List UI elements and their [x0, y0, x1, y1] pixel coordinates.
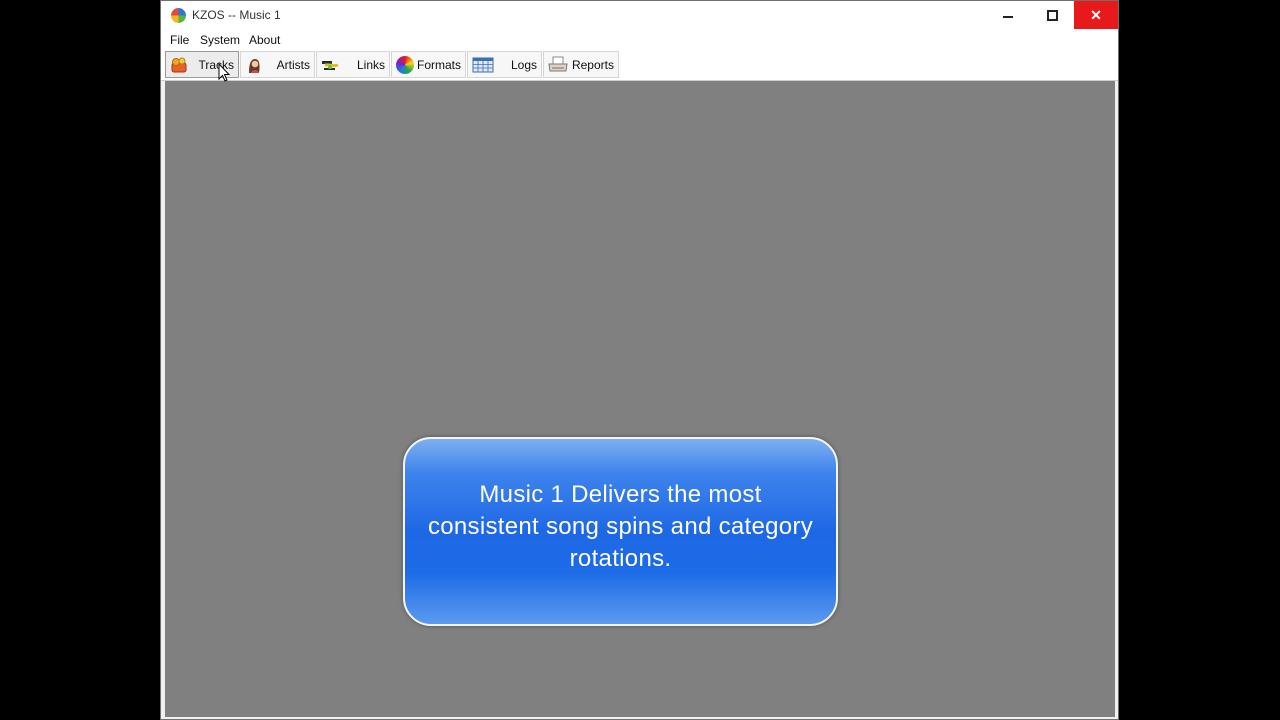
mouse-pointer-icon: [218, 63, 230, 82]
toolbar-reports-label: Reports: [571, 58, 614, 72]
minimize-button[interactable]: [986, 1, 1030, 29]
close-button[interactable]: ✕: [1074, 1, 1118, 29]
toolbar-reports-button[interactable]: Reports: [543, 51, 619, 78]
title-bar[interactable]: KZOS -- Music 1 ✕: [161, 1, 1118, 31]
artist-icon: [249, 59, 260, 73]
menu-about[interactable]: About: [249, 33, 280, 47]
toolbar: Tracks Artists Links Formats Logs Report…: [161, 50, 1118, 81]
promo-callout: Music 1 Delivers the most consistent son…: [403, 437, 838, 626]
toolbar-links-label: Links: [356, 58, 385, 72]
reports-icon: [548, 56, 568, 72]
toolbar-artists-button[interactable]: Artists: [240, 51, 315, 78]
toolbar-logs-button[interactable]: Logs: [467, 51, 542, 78]
app-logo-icon: [171, 8, 186, 23]
maximize-button[interactable]: [1030, 1, 1074, 29]
app-window: KZOS -- Music 1 ✕ File System About Trac…: [160, 0, 1119, 720]
window-title: KZOS -- Music 1: [192, 8, 281, 22]
close-icon: ✕: [1090, 6, 1102, 23]
links-icon: [322, 61, 339, 70]
workspace-area: Music 1 Delivers the most consistent son…: [165, 81, 1115, 717]
maximize-icon: [1046, 9, 1058, 21]
menu-system[interactable]: System: [200, 33, 240, 47]
logs-icon: [472, 57, 494, 73]
formats-icon: [396, 56, 414, 74]
menu-file[interactable]: File: [170, 33, 189, 47]
toolbar-formats-button[interactable]: Formats: [391, 51, 466, 78]
minimize-icon: [1003, 16, 1013, 18]
menu-bar: File System About: [161, 30, 1118, 50]
tracks-icon: [171, 57, 187, 73]
toolbar-formats-label: Formats: [416, 58, 461, 72]
promo-callout-text: Music 1 Delivers the most consistent son…: [427, 480, 814, 572]
toolbar-artists-label: Artists: [276, 58, 310, 72]
toolbar-logs-label: Logs: [510, 58, 537, 72]
toolbar-links-button[interactable]: Links: [316, 51, 390, 78]
